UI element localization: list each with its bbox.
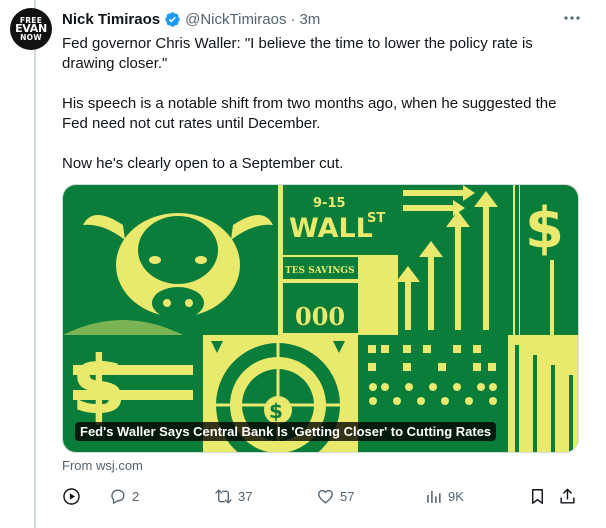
play-button[interactable] xyxy=(62,484,81,508)
like-count: 57 xyxy=(340,488,355,504)
more-options-icon[interactable] xyxy=(562,10,582,26)
link-card[interactable]: 9-15 WALL ST TES SAVINGS 000 $ $ $ Fed's… xyxy=(62,184,579,453)
street-sign-name: WALL xyxy=(289,213,373,244)
separator-dot: · xyxy=(290,10,296,28)
like-button[interactable]: 57 xyxy=(316,484,354,508)
tweet-paragraph: Fed governor Chris Waller: "I believe th… xyxy=(62,35,533,72)
repost-count: 37 xyxy=(238,488,253,504)
card-image: 9-15 WALL ST TES SAVINGS 000 $ $ $ xyxy=(63,185,578,452)
repost-icon xyxy=(215,488,232,504)
tweet-paragraph: His speech is a notable shift from two m… xyxy=(62,95,557,132)
tweet-header: Nick Timiraos @NickTimiraos · 3m xyxy=(62,9,320,29)
svg-text:$: $ xyxy=(71,339,127,432)
heart-icon xyxy=(318,489,333,504)
tweet-paragraph: Now he's clearly open to a September cut… xyxy=(62,155,344,172)
tweet: FREE EVAN NOW Nick Timiraos @NickTimirao… xyxy=(0,0,606,528)
views-button[interactable]: 9K xyxy=(424,484,464,508)
repost-button[interactable]: 37 xyxy=(214,484,252,508)
street-sign-suffix: ST xyxy=(367,211,385,226)
card-title: Fed's Waller Says Central Bank Is 'Getti… xyxy=(75,422,497,441)
street-sign-number: 9-15 xyxy=(313,196,346,211)
bill-digits: 000 xyxy=(295,302,345,331)
author-name[interactable]: Nick Timiraos xyxy=(62,11,160,28)
card-source[interactable]: From wsj.com xyxy=(62,458,143,473)
avatar-text-line3: NOW xyxy=(20,33,42,43)
play-icon xyxy=(63,487,80,505)
views-count: 9K xyxy=(448,488,464,504)
avatar[interactable]: FREE EVAN NOW xyxy=(10,8,52,50)
coin-symbol: $ xyxy=(269,399,283,423)
bookmark-icon xyxy=(532,488,543,504)
bookmark-button[interactable] xyxy=(528,484,547,508)
analytics-icon xyxy=(427,490,441,503)
reply-count: 2 xyxy=(132,488,140,504)
author-handle[interactable]: @NickTimiraos xyxy=(185,11,286,28)
reply-icon xyxy=(111,488,125,504)
verified-badge-icon xyxy=(165,11,180,27)
share-button[interactable] xyxy=(558,484,577,508)
reply-button[interactable]: 2 xyxy=(108,484,139,508)
svg-text:$: $ xyxy=(525,196,564,261)
tweet-text: Fed governor Chris Waller: "I believe th… xyxy=(62,34,582,174)
action-bar: 2 37 57 9K xyxy=(62,484,582,508)
timestamp[interactable]: 3m xyxy=(299,11,320,28)
banner-text: TES SAVINGS xyxy=(285,266,355,276)
share-icon xyxy=(560,488,575,504)
